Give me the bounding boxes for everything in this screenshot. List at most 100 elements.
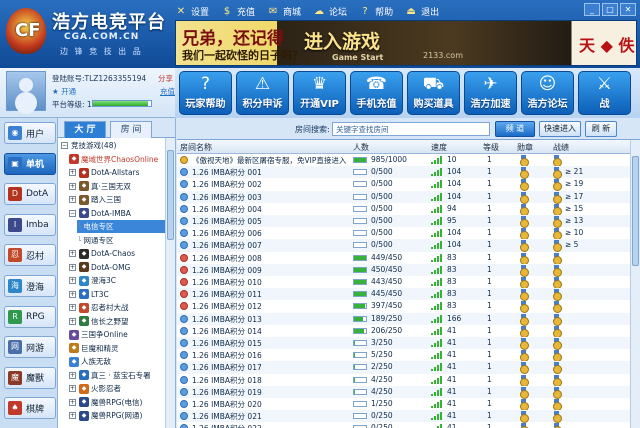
tree-item[interactable]: ◆ 三国争Online [69,328,128,341]
quick-button-0[interactable]: ? 玩家帮助 [179,71,232,115]
table-row[interactable]: 1.26 IMBA积分 004 0/500 94 1 ≥ 15 [177,203,630,216]
tree-item[interactable]: + ◆ DotA-OMG [69,261,130,274]
table-row[interactable]: 1.26 IMBA积分 017 2/250 41 1 [177,361,630,375]
side-nav-rpg[interactable]: R RPG [4,305,56,328]
top-menu-mail[interactable]: ✉ 商城 [267,2,301,20]
side-nav-single[interactable]: ▣ 单机 [4,152,56,175]
top-menu-dollar[interactable]: $ 充值 [221,2,255,20]
expand-toggle-icon[interactable]: − [69,209,76,217]
tree-item[interactable]: + ◆ 真三 · 蓝宝石专署 [69,369,151,382]
expand-toggle-icon[interactable]: + [69,371,76,379]
tree-item[interactable]: − 竞技游戏(48) [61,139,116,152]
table-row[interactable]: 1.26 IMBA积分 014 206/250 41 1 [177,325,630,338]
header-record[interactable]: 战绩 [553,142,569,153]
header-medal[interactable]: 勋章 [517,142,533,153]
tree-item[interactable]: ◆ 魔域世界ChaosOnline [69,153,158,166]
table-row[interactable]: 1.26 IMBA积分 006 0/500 104 1 ≥ 10 [177,227,630,241]
side-nav-imba[interactable]: I Imba [4,213,56,236]
expand-toggle-icon[interactable]: + [69,290,76,298]
table-row[interactable]: 1.26 IMBA积分 013 189/250 166 1 [177,312,630,326]
table-row[interactable]: 1.26 IMBA积分 011 445/450 83 1 [177,288,630,302]
tree-item[interactable]: + ◆ 火影忍者 [69,382,121,395]
banner-cta[interactable]: 进入游戏 [304,27,380,54]
refresh-button[interactable]: 刷 新 [585,121,617,137]
table-row[interactable]: 1.26 IMBA积分 020 1/250 41 1 [177,398,630,411]
tree-item[interactable]: └ 电信专区 [77,220,165,233]
side-nav-cards[interactable]: ♠ 棋牌 [4,397,56,420]
tree-item[interactable]: ◆ 巨魔和精灵 [69,342,119,355]
top-menu-wrench[interactable]: ✕ 设置 [175,2,209,20]
recharge-link[interactable]: 充值 [160,86,175,97]
expand-toggle-icon[interactable]: + [69,385,76,392]
expand-toggle-icon[interactable]: + [69,412,76,419]
close-button[interactable]: ✕ [620,3,636,16]
tree-item[interactable]: + ◆ 踏入三国 [69,193,121,206]
expand-toggle-icon[interactable]: + [69,398,76,406]
tree-item[interactable]: + ◆ DotA-Allstars [69,166,140,179]
table-row[interactable]: 1.26 IMBA积分 007 0/500 104 1 ≥ 5 [177,239,630,253]
table-row[interactable]: 1.26 IMBA积分 022 0/250 41 1 [177,422,630,428]
tree-scroll-thumb[interactable] [167,150,174,240]
top-menu-help[interactable]: ? 帮助 [359,2,393,20]
top-menu-chat[interactable]: ☁ 论坛 [313,2,347,20]
expand-toggle-icon[interactable]: + [69,304,76,311]
tree-item[interactable]: + ◆ 魔兽RPG(电信) [69,396,142,409]
tree-item[interactable]: └ 网通专区 [77,234,114,247]
tree-item[interactable]: + ◆ 信长之野望 [69,315,129,328]
vip-open-link[interactable]: ★ 开通 [52,86,76,97]
expand-toggle-icon[interactable]: + [69,182,76,190]
side-nav-sea[interactable]: 海澄海 [4,275,56,297]
table-row[interactable]: 1.26 IMBA积分 012 397/450 83 1 [177,300,630,314]
side-nav-dota[interactable]: D DotA [4,183,56,206]
tree-item[interactable]: − ◆ DotA-IMBA [69,207,131,220]
tree-item[interactable]: + ◆ DotA-Chaos [69,247,135,260]
quick-button-2[interactable]: ♛ 开通VIP [293,71,346,115]
minimize-button[interactable]: _ [584,3,600,16]
table-row[interactable]: 1.26 IMBA积分 018 4/250 41 1 [177,374,630,387]
quick-button-1[interactable]: ⚠ 积分申诉 [236,71,289,115]
tree-item[interactable]: + ◆ 真·三国无双 [69,180,131,193]
table-row[interactable]: 1.26 IMBA积分 005 0/500 95 1 ≥ 13 [177,215,630,228]
top-menu-exit[interactable]: ⏏ 退出 [405,2,439,20]
table-row[interactable]: 1.26 IMBA积分 002 0/500 104 1 ≥ 19 [177,178,630,192]
table-row[interactable]: 《傲视天地》最新区屠宿专服，免VIP直接进入 985/1000 10 1 [177,154,630,167]
tree-item[interactable]: + ◆ LT3C [69,288,109,301]
tab-hall[interactable]: 大 厅 [64,121,106,138]
tree-item[interactable]: ◆ 人族无敌 [69,355,111,368]
expand-toggle-icon[interactable]: + [69,317,76,325]
list-scroll-thumb[interactable] [632,156,639,266]
side-nav-user[interactable]: ◉ 用户 [4,122,56,144]
avatar[interactable] [6,71,46,111]
tree-item[interactable]: + ◆ 澄海3C [69,274,116,287]
maximize-button[interactable]: □ [602,3,618,16]
expand-toggle-icon[interactable]: + [69,169,76,176]
table-row[interactable]: 1.26 IMBA积分 021 0/250 41 1 [177,410,630,424]
expand-toggle-icon[interactable]: − [61,142,68,149]
table-row[interactable]: 1.26 IMBA积分 009 450/450 83 1 [177,263,630,277]
table-row[interactable]: 1.26 IMBA积分 010 443/450 83 1 [177,276,630,289]
expand-toggle-icon[interactable]: + [69,277,76,284]
tab-room[interactable]: 房 间 [110,121,152,138]
header-level[interactable]: 等级 [483,142,499,153]
expand-toggle-icon[interactable]: + [69,250,76,257]
quick-button-4[interactable]: ⛟ 购买道具 [407,71,460,115]
tree-item[interactable]: + ◆ 魔兽RPG(网通) [69,409,142,422]
table-row[interactable]: 1.26 IMBA积分 015 3/250 41 1 [177,337,630,350]
side-nav-online[interactable]: 网网游 [4,336,56,359]
side-nav-ninja[interactable]: 忍忍村 [4,244,56,267]
quick-button-3[interactable]: ☎ 手机充值 [350,71,403,115]
list-scrollbar[interactable] [630,140,640,428]
table-row[interactable]: 1.26 IMBA积分 016 5/250 41 1 [177,349,630,363]
search-input[interactable] [332,122,490,136]
tree-scrollbar[interactable] [165,138,175,428]
ad-banner[interactable]: 兄弟，还记得 我们一起砍怪的日子吗？ 进入游戏 Game Start 2133.… [175,20,637,66]
tree-item[interactable]: + ◆ 忍者村大战 [69,301,129,314]
table-row[interactable]: 1.26 IMBA积分 001 0/500 104 1 ≥ 21 [177,166,630,180]
table-row[interactable]: 1.26 IMBA积分 003 0/500 104 1 ≥ 17 [177,190,630,204]
header-count[interactable]: 人数 [353,142,369,153]
expand-toggle-icon[interactable]: + [69,263,76,271]
header-speed[interactable]: 速度 [431,142,447,153]
quick-button-7[interactable]: ⚔ 战 [578,71,631,115]
table-row[interactable]: 1.26 IMBA积分 019 4/250 41 1 [177,385,630,399]
side-nav-warcraft[interactable]: 魔魔獸 [4,366,56,389]
